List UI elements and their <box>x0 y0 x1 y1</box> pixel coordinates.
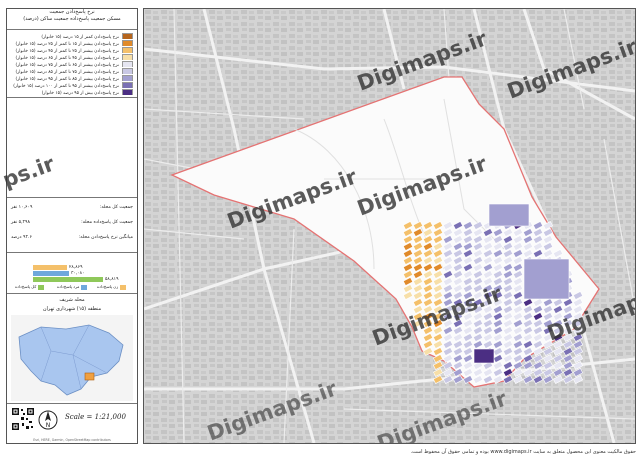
population-bar <box>33 271 69 276</box>
legend-swatch <box>122 68 133 74</box>
legend-label: نرخ پاسخ‌دادن بیش از ۹۵ درصد (۱۵ خانوار) <box>41 91 119 95</box>
stat-row: جمعیت کل پاسخ‌داده محله: ۵,۲۹۸ نفر <box>11 220 133 228</box>
legend: نرخ پاسخ‌دادن کمتر از ۱۵ درصد (۱۵ خانوار… <box>7 29 137 98</box>
legend-item: نرخ پاسخ‌دادن بیشتر از ۹۵ تا کمتر از ۱۰۰… <box>11 82 133 88</box>
location-line2: منطقه (۱۵) شهرداری تهران <box>42 306 102 312</box>
svg-text:N: N <box>46 422 51 429</box>
population-bar <box>33 277 103 282</box>
legend-swatch <box>122 82 133 88</box>
chip-swatch <box>38 284 45 290</box>
chip-total: کل پاسخ‌داده <box>15 283 45 290</box>
stat-row: میانگین نرخ پاسخ‌دادن محله: ۹۲.۶ درصد <box>11 235 133 243</box>
legend-swatch <box>122 47 133 53</box>
map-footer: N Scale = 1:21,000 Esri, HERE, Garmin, O… <box>7 403 137 443</box>
legend-label: نرخ پاسخ‌دادن بیشتر از ۴۵ تا کمتر از ۶۵ … <box>15 56 119 60</box>
chip-swatch <box>81 284 88 290</box>
legend-label: نرخ پاسخ‌دادن بیشتر از ۸۵ تا کمتر از ۹۵ … <box>15 77 119 81</box>
copyright-note: حقوق مالکیت معنوی این محصول متعلق به سای… <box>410 449 636 455</box>
stat-label: میانگین نرخ پاسخ‌دادن محله: <box>78 235 133 240</box>
stat-value: ۹۲.۶ درصد <box>11 235 32 240</box>
parcel-large <box>473 348 495 364</box>
legend-swatch <box>122 40 133 46</box>
north-arrow-icon: N <box>38 410 58 430</box>
legend-label: نرخ پاسخ‌دادن بیشتر از ۹۵ تا کمتر از ۱۰۰… <box>13 84 119 88</box>
stat-value: ۱۰,۶۰۹ نفر <box>11 205 33 210</box>
chip-male: مرد پاسخ‌داده <box>57 283 88 290</box>
stat-label: جمعیت کل محله: <box>99 205 133 210</box>
legend-item: نرخ پاسخ‌دادن بیشتر از ۲۵ تا کمتر از ۴۵ … <box>11 47 133 53</box>
chip-swatch <box>120 284 127 290</box>
legend-panel: نرخ پاسخ‌دادن جمعیت مسکن جمعیت پاسخ‌داده… <box>6 8 138 444</box>
legend-item: نرخ پاسخ‌دادن بیشتر از ۴۵ تا کمتر از ۶۵ … <box>11 54 133 60</box>
legend-label: نرخ پاسخ‌دادن بیشتر از ۱۵ تا کمتر از ۲۵ … <box>15 42 119 46</box>
stat-row: جمعیت کل محله: ۱۰,۶۰۹ نفر <box>11 205 133 213</box>
chip-label: مرد پاسخ‌داده <box>57 284 80 289</box>
legend-item: نرخ پاسخ‌دادن کمتر از ۱۵ درصد (۱۵ خانوار… <box>11 33 133 39</box>
basemap-credit: Esri, HERE, Garmin, OpenStreetMap contri… <box>33 438 111 442</box>
legend-item: نرخ پاسخ‌دادن بیش از ۹۵ درصد (۱۵ خانوار) <box>11 89 133 95</box>
location-line1: محله شریف <box>59 297 85 303</box>
scale-text: Scale = 1:21,000 <box>65 413 126 421</box>
highlighted-area <box>84 372 95 381</box>
chip-label: زن پاسخ‌داده <box>97 284 119 289</box>
panel-title: نرخ پاسخ‌دادن جمعیت مسکن جمعیت پاسخ‌داده… <box>7 9 137 30</box>
tehran-inset-map <box>11 315 133 401</box>
map-frame[interactable]: Digimaps.ir Digimaps.ir Digimaps.ir Digi… <box>143 8 636 444</box>
legend-swatch <box>122 61 133 67</box>
stats-box: جمعیت کل محله: ۱۰,۶۰۹ نفر جمعیت کل پاسخ‌… <box>7 197 137 253</box>
legend-label: نرخ پاسخ‌دادن کمتر از ۱۵ درصد (۱۵ خانوار… <box>41 35 119 39</box>
population-bar-label: ۳۰,۰۸۰ <box>71 271 85 276</box>
legend-swatch <box>122 89 133 95</box>
legend-swatch <box>122 75 133 81</box>
legend-swatch <box>122 33 133 39</box>
legend-item: نرخ پاسخ‌دادن بیشتر از ۸۵ تا کمتر از ۹۵ … <box>11 75 133 81</box>
stat-label: جمعیت کل پاسخ‌داده محله: <box>81 220 133 225</box>
legend-label: نرخ پاسخ‌دادن بیشتر از ۲۵ تا کمتر از ۴۵ … <box>15 49 119 53</box>
chip-female: زن پاسخ‌داده <box>97 283 127 290</box>
parcel-large <box>523 258 570 300</box>
parcel-large <box>488 203 530 227</box>
legend-item: نرخ پاسخ‌دادن بیشتر از ۷۵ تا کمتر از ۸۵ … <box>11 68 133 74</box>
legend-item: نرخ پاسخ‌دادن بیشتر از ۱۵ تا کمتر از ۲۵ … <box>11 40 133 46</box>
chip-label: کل پاسخ‌داده <box>15 284 37 289</box>
population-bar-label: ۲۸,۸۶۹ <box>69 265 83 270</box>
qr-code-icon <box>11 407 35 431</box>
population-bar <box>33 265 67 270</box>
legend-swatch <box>122 54 133 60</box>
stat-value: ۵,۲۹۸ نفر <box>11 220 30 225</box>
panel-title-line1: نرخ پاسخ‌دادن جمعیت <box>49 9 95 15</box>
legend-label: نرخ پاسخ‌دادن بیشتر از ۶۵ تا کمتر از ۷۵ … <box>15 63 119 67</box>
location-inset: محله شریف منطقه (۱۵) شهرداری تهران <box>7 293 137 404</box>
population-bar-label: ۵۸,۸۱۹ <box>105 277 119 282</box>
legend-item: نرخ پاسخ‌دادن بیشتر از ۶۵ تا کمتر از ۷۵ … <box>11 61 133 67</box>
panel-title-line2: مسکن جمعیت پاسخ‌داده جمعیت ساکن (درصد) <box>23 16 121 22</box>
legend-label: نرخ پاسخ‌دادن بیشتر از ۷۵ تا کمتر از ۸۵ … <box>15 70 119 74</box>
